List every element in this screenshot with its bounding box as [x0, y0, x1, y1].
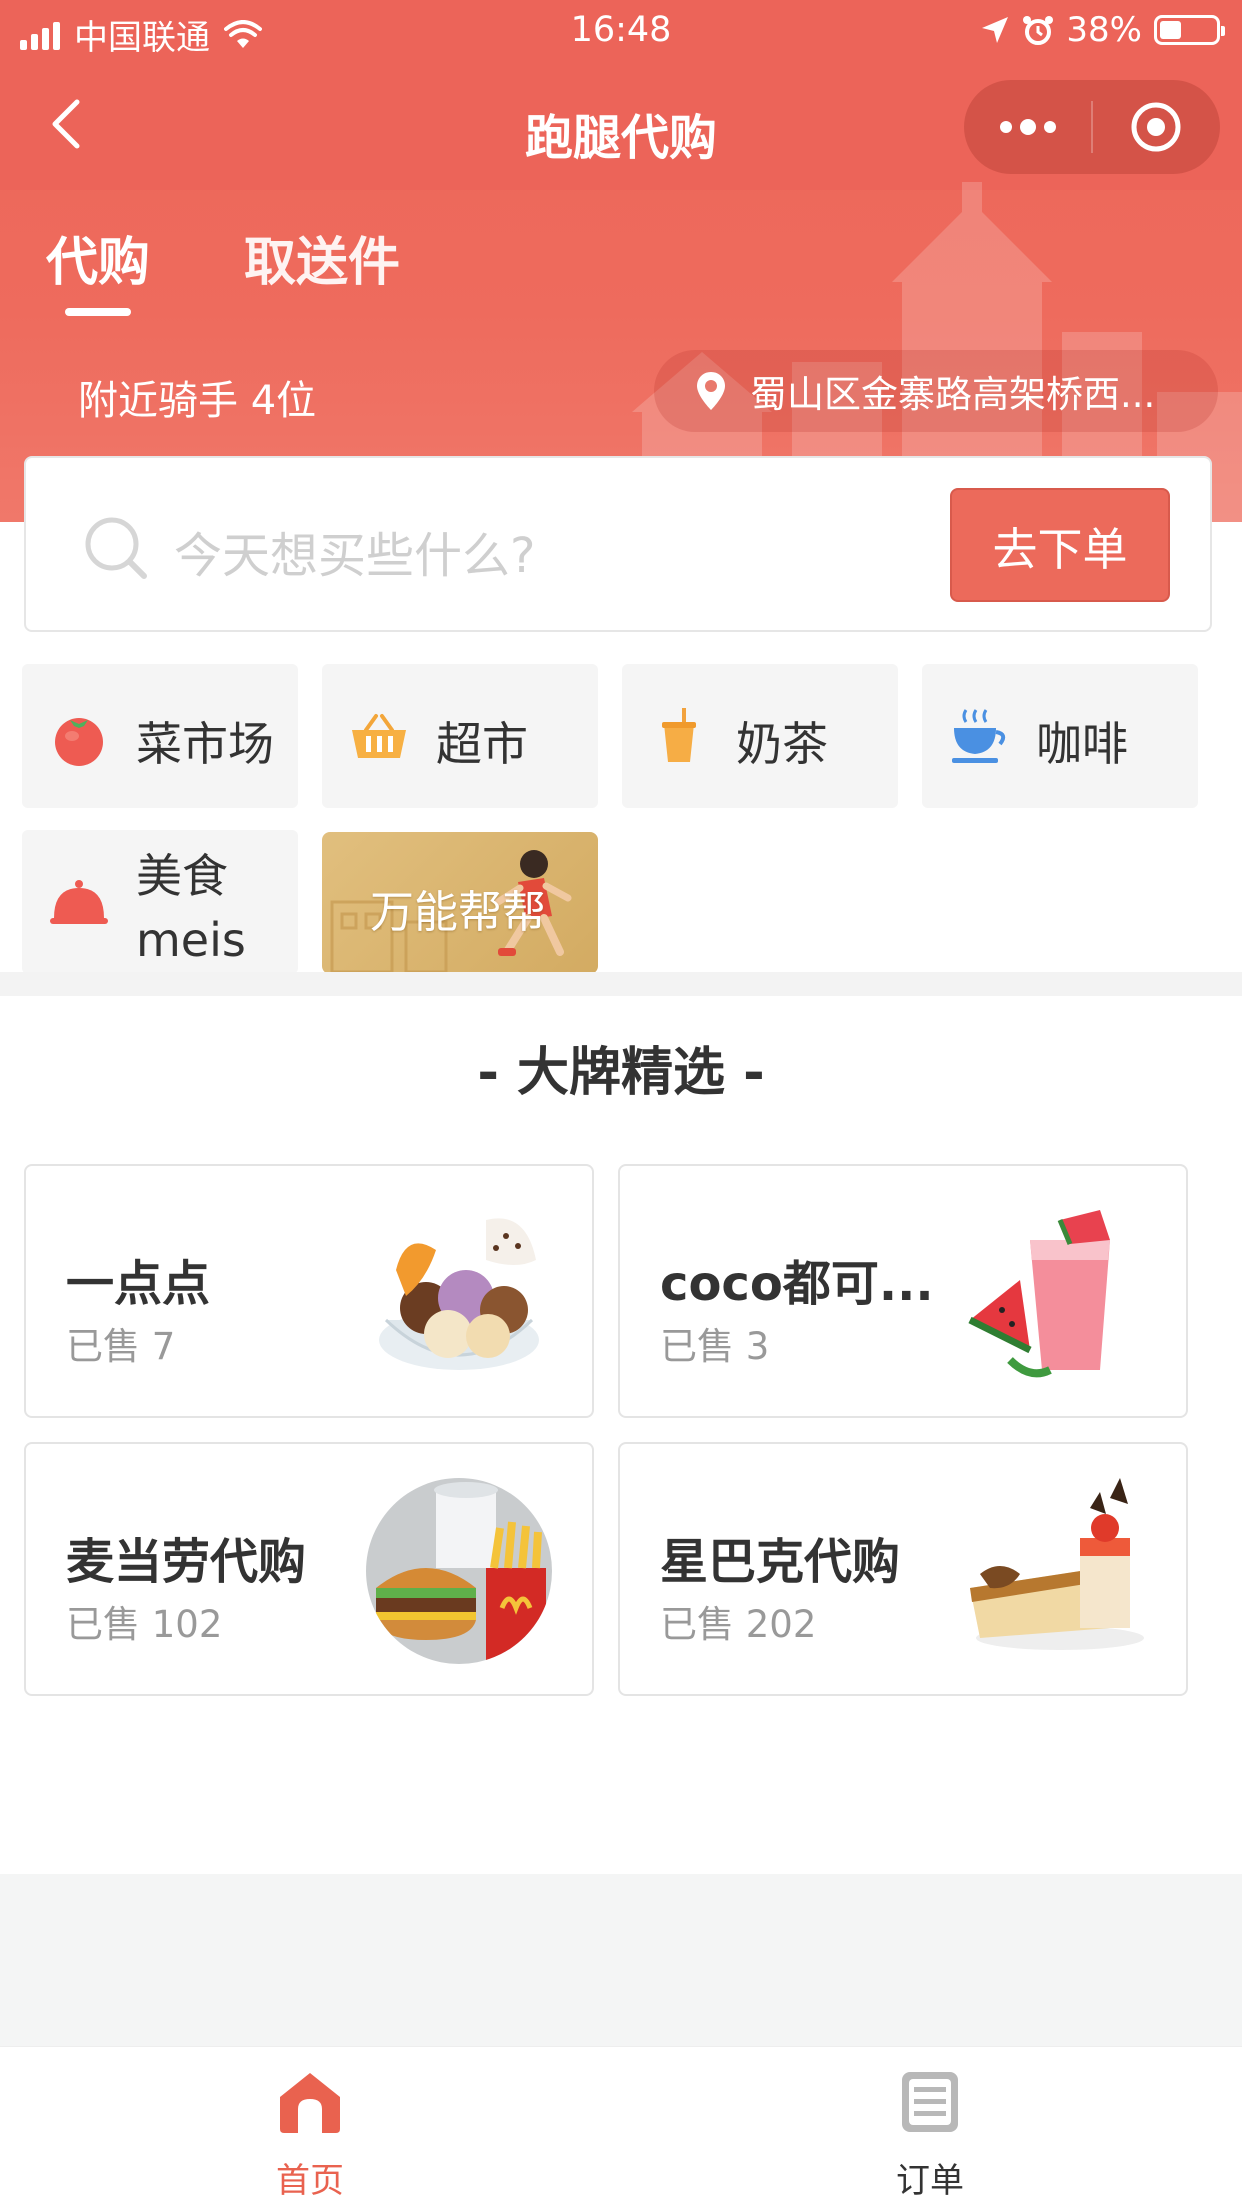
brand-card-starbucks[interactable]: 星巴克代购 已售 202 — [618, 1442, 1188, 1696]
tomato-icon — [55, 718, 103, 766]
battery-fill — [1160, 21, 1181, 39]
tab-purchase[interactable]: 代购 — [46, 220, 150, 316]
bottom-tab-bar: 首页 订单 — [0, 2046, 1242, 2208]
close-mini-program-button[interactable] — [1093, 80, 1220, 174]
category-coffee[interactable]: 咖啡 — [922, 664, 1198, 808]
location-arrow-icon — [982, 17, 1009, 43]
more-dots-icon — [999, 119, 1056, 135]
brand-sold-count: 已售 3 — [660, 1325, 770, 1368]
category-label: 奶茶 — [736, 717, 828, 771]
battery-percent: 38% — [1066, 10, 1142, 50]
tab-label: 首页 — [276, 2161, 344, 2201]
cake-image — [970, 1478, 1144, 1650]
more-button[interactable] — [964, 80, 1091, 174]
category-label: 菜市场 — [136, 717, 274, 771]
milk-tea-icon — [662, 708, 696, 762]
battery-icon — [1154, 15, 1225, 45]
brand-name: 麦当劳代购 — [66, 1534, 307, 1590]
location-text: 蜀山区金寨路高架桥西... — [750, 373, 1156, 416]
brand-card-yidiandian[interactable]: 一点点 已售 7 — [24, 1164, 594, 1418]
category-label: 万能帮帮 — [370, 887, 546, 938]
basket-icon — [352, 714, 406, 758]
category-milk-tea[interactable]: 奶茶 — [622, 664, 898, 808]
category-market[interactable]: 菜市场 — [22, 664, 298, 808]
brand-card-mcdonalds[interactable]: 麦当劳代购 已售 102 — [24, 1442, 594, 1696]
ice-cream-image — [379, 1218, 539, 1370]
tab-delivery[interactable]: 取送件 — [244, 220, 400, 295]
search-input[interactable]: 今天想买些什么? — [174, 516, 535, 586]
section-title: - 大牌精选 - — [477, 1043, 765, 1103]
tab-home[interactable]: 首页 — [210, 2069, 410, 2202]
category-food[interactable]: 美食 meis — [22, 830, 298, 974]
category-helper[interactable]: 万能帮帮 — [322, 832, 598, 974]
nav-bar: 跑腿代购 — [0, 62, 1242, 190]
watermelon-drink-image — [968, 1210, 1110, 1378]
category-supermarket[interactable]: 超市 — [322, 664, 598, 808]
brand-sold-count: 已售 7 — [66, 1325, 176, 1368]
status-bar: 中国联通 16:48 38% — [0, 0, 1242, 62]
category-label: 美食 meis — [136, 849, 246, 967]
order-list-icon — [830, 2069, 1030, 2139]
place-order-button[interactable]: 去下单 — [950, 488, 1170, 602]
section-divider — [0, 972, 1242, 996]
category-label: 超市 — [436, 717, 528, 771]
status-right: 38% — [980, 10, 1225, 50]
brand-card-coco[interactable]: coco都可... 已售 3 — [618, 1164, 1188, 1418]
nearby-riders: 附近骑手 4位 — [78, 378, 317, 424]
brand-sold-count: 已售 202 — [660, 1603, 817, 1646]
coffee-cup-icon — [952, 709, 1006, 763]
food-cloche-icon — [50, 880, 108, 924]
brand-name: 一点点 — [66, 1256, 211, 1312]
brand-name: 星巴克代购 — [660, 1534, 901, 1590]
alarm-icon — [1023, 16, 1054, 45]
target-circle-icon — [1131, 102, 1181, 152]
search-card: 今天想买些什么? 去下单 — [24, 456, 1212, 632]
category-label: 咖啡 — [1036, 717, 1128, 771]
brand-sold-count: 已售 102 — [66, 1603, 223, 1646]
mini-program-capsule — [964, 80, 1220, 174]
tab-label: 订单 — [896, 2161, 964, 2201]
tab-orders[interactable]: 订单 — [830, 2069, 1030, 2202]
brand-name: coco都可... — [660, 1256, 934, 1312]
search-icon — [85, 517, 147, 579]
service-tabs: 代购 取送件 — [0, 220, 600, 320]
map-pin-icon — [694, 370, 728, 412]
location-selector[interactable]: 蜀山区金寨路高架桥西... — [654, 350, 1218, 432]
bottom-spacer — [0, 1874, 1242, 2046]
home-icon — [210, 2069, 410, 2139]
burger-fries-image — [366, 1478, 552, 1664]
